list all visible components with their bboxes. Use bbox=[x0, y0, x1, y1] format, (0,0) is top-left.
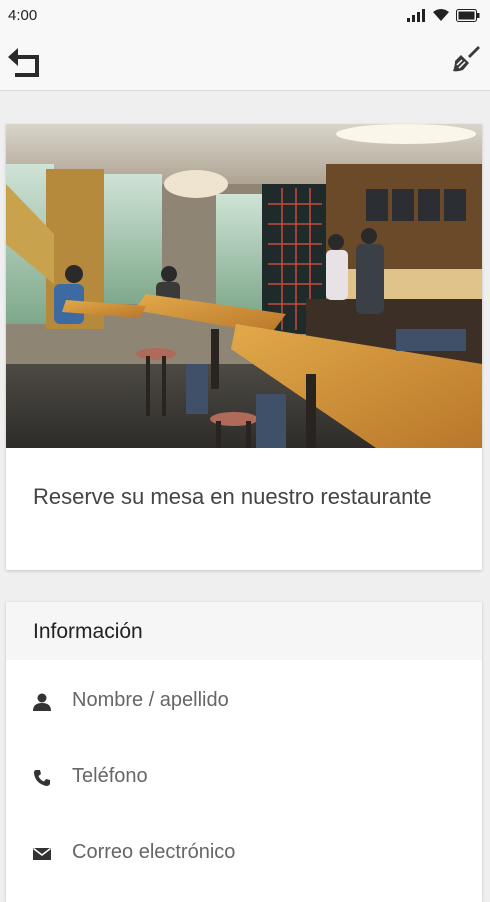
name-placeholder: Nombre / apellido bbox=[72, 689, 229, 711]
email-placeholder: Correo electrónico bbox=[72, 841, 236, 863]
battery-icon bbox=[456, 8, 480, 22]
status-bar: 4:00 bbox=[0, 0, 490, 34]
name-field[interactable]: Nombre / apellido bbox=[6, 674, 482, 730]
phone-icon bbox=[34, 770, 50, 786]
envelope-icon bbox=[33, 847, 51, 860]
info-title: Información bbox=[33, 620, 143, 643]
phone-placeholder: Teléfono bbox=[72, 765, 148, 787]
clear-button[interactable] bbox=[448, 40, 484, 76]
info-card: Información Nombre / apellido Teléfono C… bbox=[6, 602, 482, 902]
status-icons bbox=[406, 8, 480, 22]
back-button[interactable] bbox=[4, 42, 44, 82]
brush-icon bbox=[453, 46, 480, 72]
wifi-icon bbox=[433, 9, 449, 21]
status-time: 4:00 bbox=[8, 7, 38, 24]
signal-icon bbox=[407, 9, 425, 22]
hero-card: Reserve su mesa en nuestro restaurante bbox=[6, 124, 482, 570]
back-arrow-icon bbox=[8, 48, 39, 77]
hero-caption: Reserve su mesa en nuestro restaurante bbox=[33, 484, 432, 509]
toolbar bbox=[0, 34, 490, 91]
email-field[interactable]: Correo electrónico bbox=[6, 826, 482, 882]
person-icon bbox=[33, 693, 51, 711]
phone-field[interactable]: Teléfono bbox=[6, 750, 482, 806]
info-header: Información bbox=[6, 602, 482, 660]
restaurant-interior-photo bbox=[6, 124, 482, 448]
